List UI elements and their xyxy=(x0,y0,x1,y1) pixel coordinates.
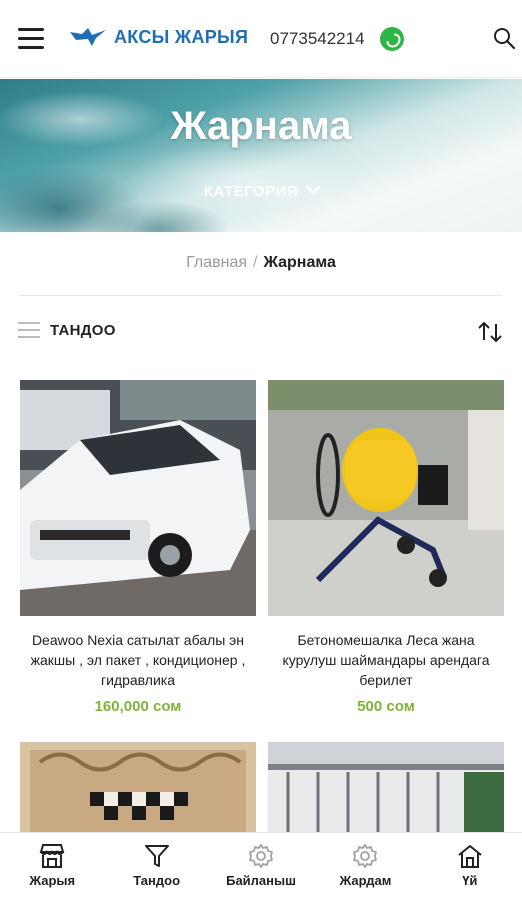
nav-item-bailanysh[interactable]: Байланыш xyxy=(209,833,313,900)
breadcrumb: Главная / Жарнама xyxy=(0,254,522,272)
home-icon xyxy=(458,845,482,868)
nav-item-ui[interactable]: Үй xyxy=(418,833,522,900)
search-icon[interactable] xyxy=(492,26,516,50)
page-title: Жарнама xyxy=(170,104,352,148)
carved-chess-board-photo[interactable] xyxy=(20,742,256,832)
phone-number[interactable]: 0773542214 xyxy=(270,29,365,49)
product-price: 160,000 сом xyxy=(94,698,182,715)
product-title[interactable]: Бетономешалка Леса жана курулуш шайманда… xyxy=(268,630,504,690)
nav-item-zharyya[interactable]: Жарыя xyxy=(0,833,104,900)
product-price: 500 сом xyxy=(357,698,415,715)
nav-label: Үй xyxy=(462,873,478,888)
white-car-photo[interactable] xyxy=(20,380,256,616)
category-label: КАТЕГОРИЯ xyxy=(203,183,299,200)
nav-item-tandoo[interactable]: Тандоо xyxy=(104,833,208,900)
shop-icon xyxy=(39,844,65,868)
list-icon[interactable] xyxy=(18,322,40,343)
hamburger-menu-icon[interactable] xyxy=(18,28,44,50)
nav-label: Байланыш xyxy=(226,873,296,888)
category-dropdown[interactable]: КАТЕГОРИЯ xyxy=(0,179,522,200)
hero-banner: Жарнама КАТЕГОРИЯ xyxy=(0,79,522,232)
sort-order-icon[interactable] xyxy=(476,318,504,346)
bottom-navigation: Жарыя Тандоо Байланыш Жардам Үй xyxy=(0,832,522,900)
breadcrumb-home-link[interactable]: Главная xyxy=(186,254,247,271)
filter-icon xyxy=(144,845,169,867)
metal-fence-photo[interactable] xyxy=(268,742,504,832)
product-card[interactable] xyxy=(268,742,504,832)
breadcrumb-separator: / xyxy=(253,254,258,271)
product-title[interactable]: Deawoo Nexia сатылат абалы эн жакшы , эл… xyxy=(20,630,256,690)
product-card[interactable]: Бетономешалка Леса жана курулуш шайманда… xyxy=(268,380,504,715)
nav-label: Жарыя xyxy=(29,873,76,888)
product-card[interactable]: Deawoo Nexia сатылат абалы эн жакшы , эл… xyxy=(20,380,256,715)
product-card[interactable] xyxy=(20,742,256,832)
sort-label[interactable]: ТАНДОО xyxy=(50,322,116,339)
chevron-down-icon xyxy=(306,179,321,195)
logo-text: АКСЫ ЖАРЫЯ xyxy=(114,26,249,47)
chess-squares xyxy=(90,792,188,820)
gear-icon xyxy=(353,844,378,868)
app-header: АКСЫ ЖАРЫЯ 0773542214 xyxy=(0,0,522,78)
sort-bar: ТАНДОО xyxy=(18,318,504,346)
nav-item-zhardam[interactable]: Жардам xyxy=(313,833,417,900)
cement-mixer-photo[interactable] xyxy=(268,380,504,616)
divider xyxy=(20,295,502,296)
nav-label: Тандоо xyxy=(133,873,181,888)
breadcrumb-current: Жарнама xyxy=(263,254,336,271)
logo[interactable]: АКСЫ ЖАРЫЯ xyxy=(68,24,248,50)
bird-logo-icon xyxy=(70,28,106,46)
whatsapp-icon[interactable] xyxy=(380,27,404,51)
gear-icon xyxy=(249,844,273,868)
nav-label: Жардам xyxy=(339,873,392,888)
